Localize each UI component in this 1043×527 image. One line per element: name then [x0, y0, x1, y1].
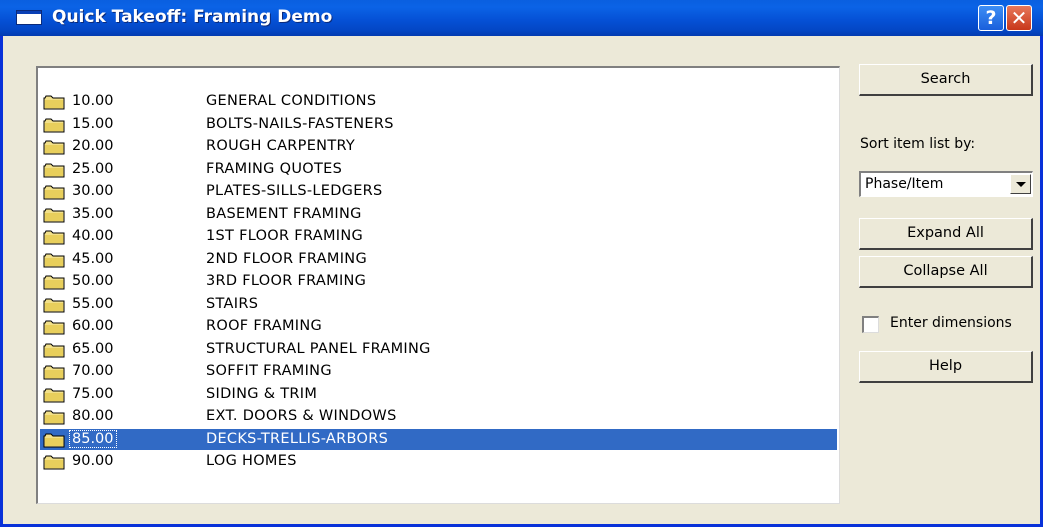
folder-icon[interactable] [43, 365, 65, 380]
item-description: BASEMENT FRAMING [206, 205, 362, 222]
item-description: ROUGH CARPENTRY [206, 138, 356, 154]
list-item[interactable]: 10.00 GENERAL CONDITIONS [40, 91, 837, 112]
enter-dimensions-label[interactable]: Enter dimensions [890, 315, 1012, 331]
expand-all-button[interactable]: Expand All [859, 218, 1033, 250]
window-title: Quick Takeoff: Framing Demo [52, 7, 333, 27]
item-code: 75.00 [72, 385, 114, 402]
folder-icon[interactable] [43, 343, 65, 358]
folder-icon[interactable] [43, 388, 65, 403]
item-code: 15.00 [72, 115, 114, 132]
item-description: DECKS-TRELLIS-ARBORS [206, 430, 389, 447]
item-description: 3RD FLOOR FRAMING [206, 273, 367, 289]
item-code: 60.00 [72, 318, 114, 334]
item-description: GENERAL CONDITIONS [206, 93, 377, 109]
item-description: 2ND FLOOR FRAMING [206, 250, 367, 267]
item-description: ROOF FRAMING [206, 318, 323, 334]
item-code: 20.00 [72, 138, 114, 154]
item-code: 90.00 [72, 453, 114, 469]
list-item[interactable]: 70.00 SOFFIT FRAMING [40, 361, 837, 382]
item-code: 30.00 [72, 183, 114, 199]
folder-icon[interactable] [43, 95, 65, 110]
item-description: STRUCTURAL PANEL FRAMING [206, 340, 431, 357]
list-item[interactable]: 90.00 LOG HOMES [40, 451, 837, 472]
sort-dropdown-value: Phase/Item [865, 176, 944, 192]
list-item[interactable]: 80.00 EXT. DOORS & WINDOWS [40, 406, 837, 427]
item-code: 80.00 [72, 408, 114, 424]
folder-icon[interactable] [43, 208, 65, 223]
close-button[interactable]: ✕ [1006, 5, 1032, 31]
item-description: STAIRS [206, 295, 259, 312]
folder-icon[interactable] [43, 275, 65, 290]
list-item[interactable]: 45.00 2ND FLOOR FRAMING [40, 249, 837, 270]
collapse-all-button[interactable]: Collapse All [859, 256, 1033, 288]
item-description: BOLTS-NAILS-FASTENERS [206, 115, 394, 132]
folder-icon[interactable] [43, 298, 65, 313]
help-button[interactable]: Help [859, 351, 1033, 383]
list-item[interactable]: 85.00 DECKS-TRELLIS-ARBORS [40, 428, 837, 450]
title-bar[interactable]: Quick Takeoff: Framing Demo ? ✕ [0, 0, 1043, 36]
item-description: LOG HOMES [206, 453, 297, 469]
list-item[interactable]: 55.00 STAIRS [40, 294, 837, 315]
folder-icon[interactable] [43, 118, 65, 133]
folder-icon[interactable] [43, 320, 65, 335]
item-description: SIDING & TRIM [206, 385, 318, 402]
folder-icon[interactable] [43, 230, 65, 245]
item-code: 65.00 [72, 340, 114, 357]
search-button[interactable]: Search [859, 64, 1033, 96]
item-code: 25.00 [72, 160, 114, 177]
list-item[interactable]: 15.00 BOLTS-NAILS-FASTENERS [40, 114, 837, 135]
sort-label: Sort item list by: [860, 136, 976, 152]
list-item[interactable]: 75.00 SIDING & TRIM [40, 384, 837, 405]
list-item[interactable]: 50.00 3RD FLOOR FRAMING [40, 271, 837, 292]
enter-dimensions-checkbox[interactable] [862, 316, 879, 333]
folder-icon[interactable] [43, 433, 65, 448]
folder-icon[interactable] [43, 455, 65, 470]
quick-takeoff-window: Quick Takeoff: Framing Demo ? ✕ 10.00 GEN… [0, 0, 1043, 527]
item-description: FRAMING QUOTES [206, 160, 343, 177]
item-description: SOFFIT FRAMING [206, 363, 332, 379]
folder-icon[interactable] [43, 163, 65, 178]
list-item[interactable]: 30.00 PLATES-SILLS-LEDGERS [40, 181, 837, 202]
item-description: 1ST FLOOR FRAMING [206, 228, 364, 244]
title-help-button[interactable]: ? [978, 5, 1004, 31]
list-item[interactable]: 60.00 ROOF FRAMING [40, 316, 837, 337]
sort-dropdown[interactable]: Phase/Item [859, 171, 1033, 197]
item-code: 10.00 [72, 93, 114, 109]
item-code: 70.00 [72, 363, 114, 379]
folder-icon[interactable] [43, 253, 65, 268]
item-code: 40.00 [72, 228, 114, 244]
list-item[interactable]: 35.00 BASEMENT FRAMING [40, 204, 837, 225]
item-code: 35.00 [72, 205, 114, 222]
item-description: PLATES-SILLS-LEDGERS [206, 183, 383, 199]
list-item[interactable]: 65.00 STRUCTURAL PANEL FRAMING [40, 339, 837, 360]
window-icon [16, 10, 42, 25]
folder-icon[interactable] [43, 140, 65, 155]
list-item[interactable]: 40.00 1ST FLOOR FRAMING [40, 226, 837, 247]
chevron-down-icon[interactable] [1010, 174, 1031, 194]
list-item[interactable]: 20.00 ROUGH CARPENTRY [40, 136, 837, 157]
item-code: 55.00 [72, 295, 114, 312]
item-code: 50.00 [72, 273, 114, 289]
list-item[interactable]: 25.00 FRAMING QUOTES [40, 159, 837, 180]
item-code: 85.00 [69, 429, 117, 448]
item-code: 45.00 [72, 250, 114, 267]
phase-list[interactable]: 10.00 GENERAL CONDITIONS 15.00 BOLTS-NAILS-… [36, 66, 840, 504]
folder-icon[interactable] [43, 185, 65, 200]
item-description: EXT. DOORS & WINDOWS [206, 408, 397, 424]
folder-icon[interactable] [43, 410, 65, 425]
